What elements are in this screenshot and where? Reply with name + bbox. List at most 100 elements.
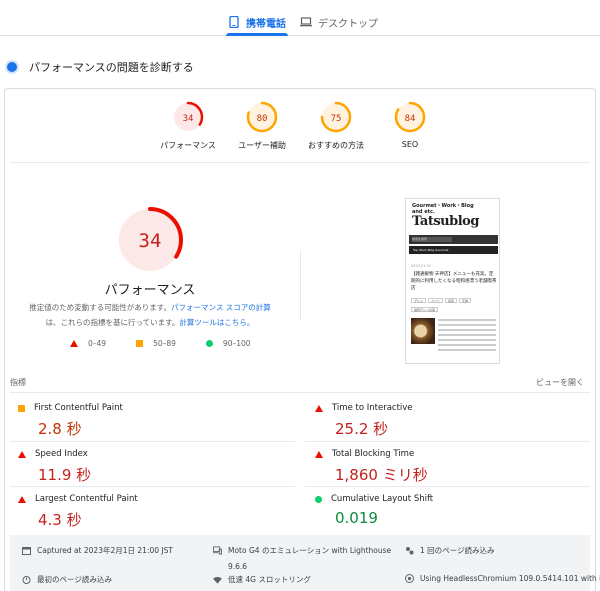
gauge-best-practices-value: 75 [331,114,342,124]
initial-load-text: 最初のページ読み込み [37,575,112,584]
metric-value: 0.019 [335,509,378,527]
initial-load: 最初のページ読み込み [22,574,112,585]
gauge-accessibility-ring: 80 [246,101,278,133]
divider [305,441,590,442]
score-legend: 0–49 50–89 90–100 [70,339,251,348]
divider [10,486,295,487]
calendar-icon [22,546,31,555]
metric-value: 4.3 秒 [38,511,82,529]
gauge-performance-ring: 34 [172,101,204,133]
vertical-divider [300,250,301,320]
divider [10,162,590,163]
page-loads: 1 回のページ読み込み [405,545,495,556]
legend-average: 50–89 [136,339,176,348]
browser-text: Using HeadlessChromium 109.0.5414.101 wi… [420,574,600,583]
metric-name: Largest Contentful Paint [35,494,138,504]
runtime-settings: Captured at 2023年2月1日 21:00 JST Moto G4 … [10,535,600,591]
laptop-icon [300,16,312,28]
chrome-icon [405,574,414,583]
captured-at: Captured at 2023年2月1日 21:00 JST [22,545,173,556]
metric-value: 1,860 ミリ秒 [335,466,428,484]
fail-triangle-icon [18,450,26,458]
legend-fail: 0–49 [70,339,106,348]
pass-circle-icon [315,495,322,503]
stopwatch-icon [22,575,31,584]
metrics-heading: 指標 [10,378,26,387]
thumb-date: 2023.01.31 [411,264,432,268]
gauge-accessibility-value: 80 [257,114,268,124]
circle-icon [205,340,213,347]
gauge-performance-value: 34 [183,114,194,124]
legend-pass: 90–100 [205,339,251,348]
thumb-tag: 喫茶 [445,298,458,303]
timer-icon [405,546,414,555]
gauge-seo[interactable]: 84 SEO [370,100,450,149]
thumb-tag: 天神 [459,298,472,303]
thumb-text-lines [438,319,496,354]
thumb-tag-category: 福岡グルメ記事 [411,307,439,312]
thumb-photo [411,318,435,344]
status-dot-icon [7,62,17,72]
desc-text: 推定値のため変動する可能性があります。 [29,303,171,312]
page-screenshot-thumbnail[interactable]: Gourmet・Work・Blog and etc. Tatsublog 検索を… [405,198,500,364]
gauge-seo-ring: 84 [394,101,426,133]
smartphone-icon [228,16,240,28]
metric-tbt: Total Blocking Time 1,860 ミリ秒 [315,449,585,485]
gauge-best-practices[interactable]: 75 おすすめの方法 [296,100,376,151]
thumb-nav: Top Work Blog Gourmet [409,246,498,254]
thumb-search-input: 検索を検索 [412,237,452,242]
network-throttling: 低速 4G スロットリング [213,574,311,585]
tab-mobile[interactable]: 携帯電話 [226,8,288,36]
metric-name: Time to Interactive [332,403,413,413]
metric-name: First Contentful Paint [34,403,123,413]
metric-fcp: First Contentful Paint 2.8 秒 [18,403,288,439]
thumb-tag: カフェ [428,298,444,303]
metric-value: 25.2 秒 [335,420,389,438]
metric-name: Total Blocking Time [332,449,415,459]
performance-title: パフォーマンス [104,283,196,298]
metric-value: 11.9 秒 [38,466,92,484]
square-icon [136,340,144,347]
gauge-performance-label: パフォーマンス [160,141,216,150]
gauge-accessibility[interactable]: 80 ユーザー補助 [222,100,302,151]
thumb-tags: グルメ カフェ 喫茶 天神 [411,298,472,303]
expand-view-toggle[interactable]: ビューを開く [536,377,584,388]
score-calculation-link[interactable]: パフォーマンス スコアの計算 [171,303,271,312]
fail-triangle-icon [315,404,323,412]
throttling-text: 低速 4G スロットリング [228,575,311,584]
captured-text: Captured at 2023年2月1日 21:00 JST [37,546,173,555]
category-gauges: 34 パフォーマンス 80 ユーザー補助 75 おすすめの方法 84 SEO [0,100,600,160]
divider [10,392,590,393]
tab-mobile-label: 携帯電話 [246,18,286,30]
thumb-logo: Tatsublog [412,214,479,229]
gauge-best-practices-label: おすすめの方法 [308,141,364,150]
section-title: パフォーマンスの問題を診断する [29,61,194,74]
triangle-icon [70,340,78,347]
average-square-icon [18,404,25,412]
metric-value: 2.8 秒 [38,420,82,438]
tab-desktop[interactable]: デスクトップ [300,8,378,36]
metric-name: Cumulative Layout Shift [331,494,434,504]
thumb-header: Gourmet・Work・Blog and etc. Tatsublog [406,199,499,233]
divider [10,441,295,442]
thumb-tag: グルメ [411,298,427,303]
desc-text-2: は、これらの指標を基に行っています。 [45,318,180,327]
loads-text: 1 回のページ読み込み [420,546,495,555]
metric-tti: Time to Interactive 25.2 秒 [315,403,585,439]
calculator-link[interactable]: 計算ツールはこちら。 [179,318,254,327]
performance-gauge-large: 34 [117,207,183,273]
fail-triangle-icon [315,450,323,458]
metric-speed-index: Speed Index 11.9 秒 [18,449,288,485]
performance-score: 34 [139,230,162,252]
lighthouse-version: 9.6.6 [228,562,248,571]
device-text: Moto G4 のエミュレーション with Lighthouse [228,546,392,555]
wifi-icon [213,575,222,584]
gauge-accessibility-label: ユーザー補助 [238,141,286,150]
performance-description: 推定値のため変動する可能性があります。パフォーマンス スコアの計算 は、これらの… [20,300,280,330]
thumb-searchbar: 検索を検索 [409,235,498,244]
metrics-header: 指標 ビューを開く [10,377,590,388]
gauge-seo-value: 84 [405,114,416,124]
emulated-device: Moto G4 のエミュレーション with Lighthouse 9.6.6 [213,545,391,571]
gauge-performance[interactable]: 34 パフォーマンス [148,100,228,151]
metric-name: Speed Index [35,449,88,459]
